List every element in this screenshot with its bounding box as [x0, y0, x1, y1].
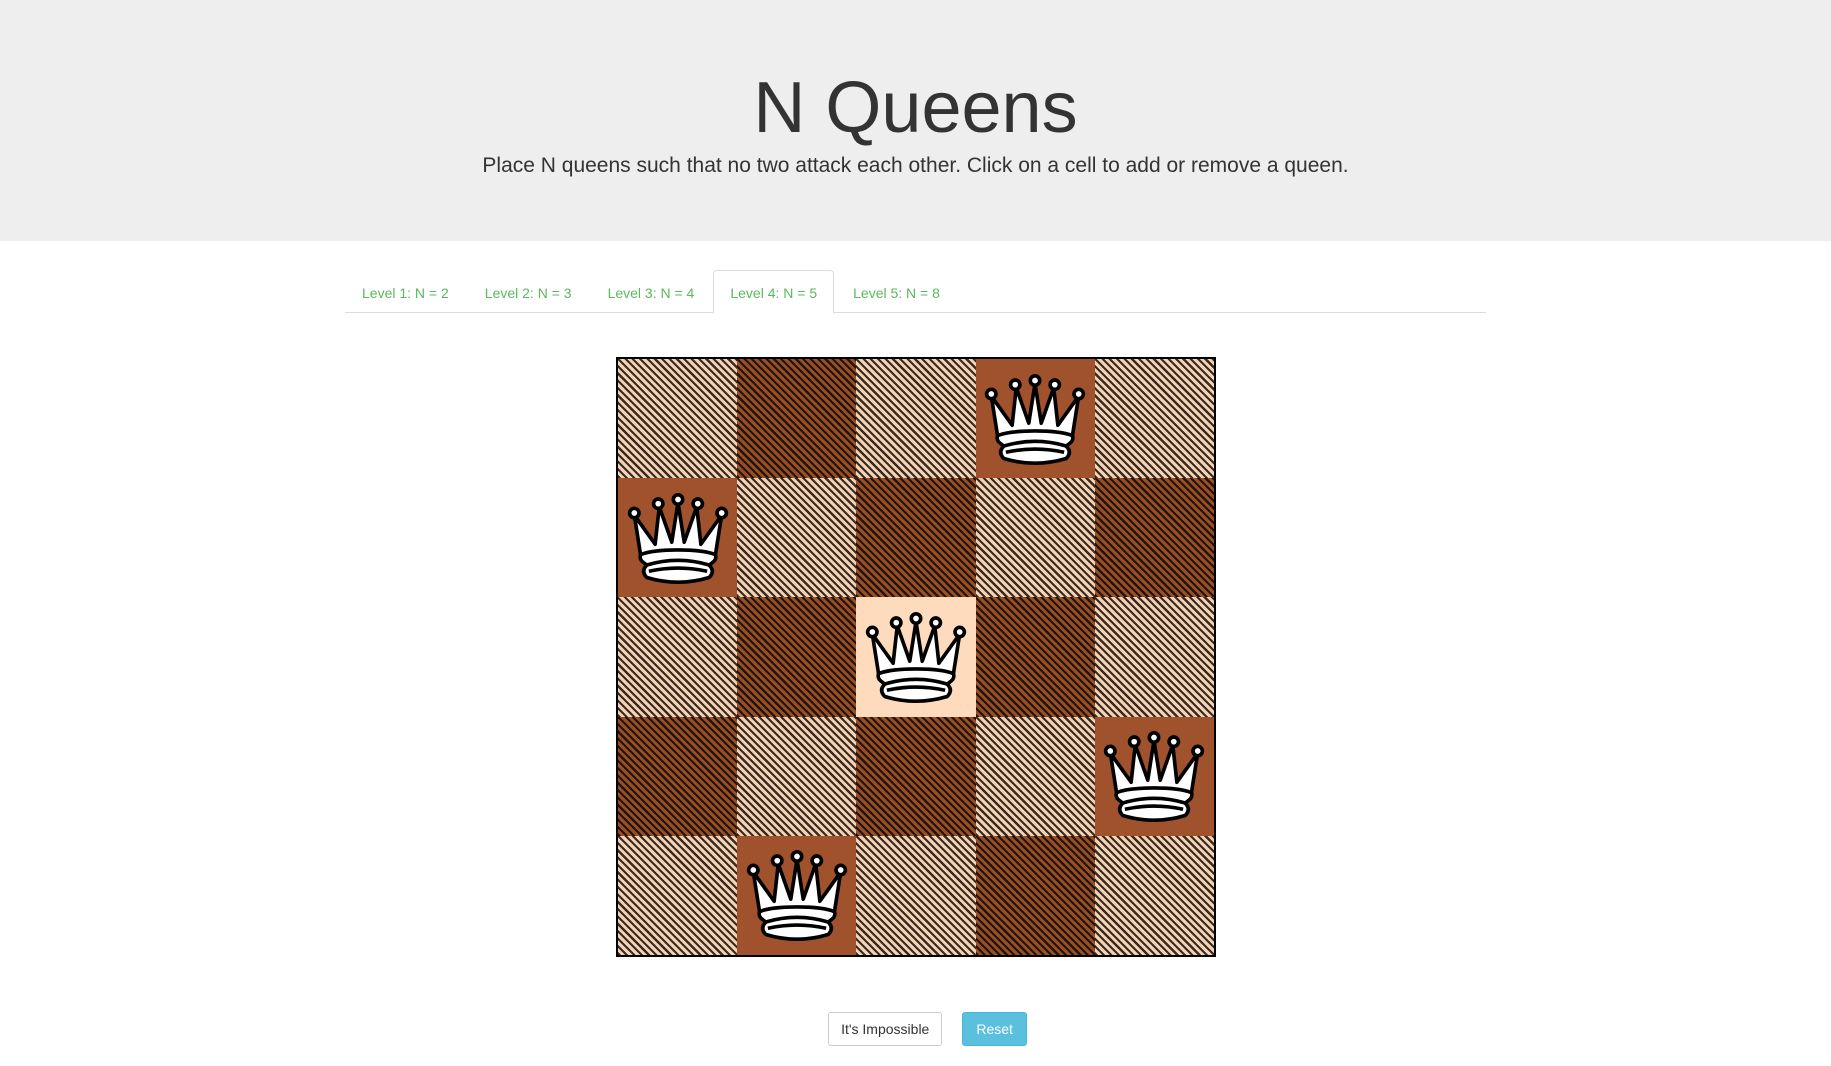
chess-board: [616, 357, 1216, 957]
tab-level-1[interactable]: Level 1: N = 2: [345, 270, 466, 313]
tab-level-5[interactable]: Level 5: N = 8: [836, 270, 957, 313]
board-cell[interactable]: [856, 835, 976, 955]
page-subtitle: Place N queens such that no two attack e…: [482, 154, 1349, 177]
board-cell[interactable]: [975, 597, 1095, 717]
board-cell[interactable]: [856, 359, 976, 479]
tab-level-4[interactable]: Level 4: N = 5: [713, 270, 835, 314]
board-cell[interactable]: [1094, 359, 1214, 479]
board-cell[interactable]: [856, 478, 976, 598]
board-cell[interactable]: [618, 835, 738, 955]
board-cell[interactable]: [1094, 597, 1214, 717]
board-cell[interactable]: [1094, 835, 1214, 955]
board-cell[interactable]: [618, 359, 738, 479]
tab-level-2[interactable]: Level 2: N = 3: [468, 270, 589, 313]
level-tabs: Level 1: N = 2 Level 2: N = 3 Level 3: N…: [345, 270, 1486, 314]
white-queen-icon: [1102, 728, 1206, 824]
board-cell[interactable]: [618, 478, 738, 598]
board-cell[interactable]: [618, 716, 738, 836]
white-queen-icon: [983, 371, 1087, 467]
board-cell[interactable]: [975, 478, 1095, 598]
board-cell[interactable]: [856, 597, 976, 717]
action-buttons: It's Impossible Reset: [0, 1012, 1831, 1046]
board-cell[interactable]: [737, 716, 857, 836]
impossible-button[interactable]: It's Impossible: [828, 1012, 943, 1046]
header: N Queens Place N queens such that no two…: [0, 0, 1831, 241]
board-cell[interactable]: [737, 835, 857, 955]
white-queen-icon: [626, 490, 730, 586]
board-cell[interactable]: [1094, 478, 1214, 598]
reset-button[interactable]: Reset: [962, 1012, 1027, 1046]
board-cell[interactable]: [1094, 716, 1214, 836]
board-cell[interactable]: [618, 597, 738, 717]
page-title: N Queens: [753, 68, 1078, 148]
board-cell[interactable]: [737, 597, 857, 717]
board-cell[interactable]: [856, 716, 976, 836]
board-cell[interactable]: [737, 478, 857, 598]
board-cell[interactable]: [975, 359, 1095, 479]
board-cell[interactable]: [975, 835, 1095, 955]
white-queen-icon: [864, 609, 968, 705]
board-cell[interactable]: [975, 716, 1095, 836]
board-cell[interactable]: [737, 359, 857, 479]
tab-level-3[interactable]: Level 3: N = 4: [591, 270, 712, 313]
white-queen-icon: [745, 847, 849, 943]
